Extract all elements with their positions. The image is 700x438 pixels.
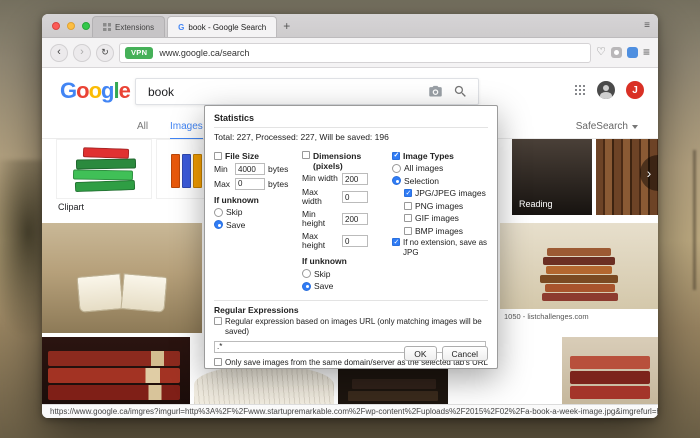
file-size-checkbox[interactable] xyxy=(214,152,222,160)
extensions-icon xyxy=(103,23,111,31)
image-thumbnail-clipart-1[interactable] xyxy=(56,139,152,199)
jpg-checkbox[interactable] xyxy=(404,189,412,197)
file-size-skip-radio[interactable] xyxy=(214,208,223,217)
forward-button[interactable] xyxy=(73,44,91,62)
minimize-window-button[interactable] xyxy=(67,22,75,30)
max-width-input[interactable] xyxy=(342,191,368,203)
image-thumbnail-open-book-fan[interactable] xyxy=(194,365,334,404)
status-bar: https://www.google.ca/imgres?imgurl=http… xyxy=(42,404,658,418)
file-size-save-radio[interactable] xyxy=(214,220,223,229)
regex-checkbox[interactable] xyxy=(214,317,222,325)
dialog-buttons: OK Cancel xyxy=(404,346,488,361)
reload-button[interactable] xyxy=(96,44,114,62)
divider xyxy=(214,300,488,301)
dimensions-checkbox[interactable] xyxy=(302,151,310,159)
image-thumbnail-open-book-field[interactable] xyxy=(42,223,202,333)
desktop: Extensions G book - Google Search + VPN … xyxy=(0,0,700,438)
file-size-max-input[interactable] xyxy=(235,178,265,190)
apps-grid-icon[interactable] xyxy=(574,84,586,96)
dimensions-save-radio[interactable] xyxy=(302,282,311,291)
image-types-checkbox[interactable] xyxy=(392,152,400,160)
tab-google-search[interactable]: G book - Google Search xyxy=(167,16,277,37)
cancel-button[interactable]: Cancel xyxy=(442,346,488,361)
heart-icon[interactable] xyxy=(596,47,606,58)
image-thumbnail-red-books[interactable] xyxy=(42,337,190,404)
png-checkbox[interactable] xyxy=(404,202,412,210)
secondary-avatar[interactable] xyxy=(597,81,615,99)
back-button[interactable] xyxy=(50,44,68,62)
camera-icon[interactable] xyxy=(428,84,443,99)
same-domain-checkbox[interactable] xyxy=(214,358,222,366)
category-reading[interactable]: Reading xyxy=(512,139,592,215)
google-logo[interactable]: Google xyxy=(60,80,130,102)
nav-tab-images[interactable]: Images xyxy=(170,121,203,140)
ok-button[interactable]: OK xyxy=(404,346,436,361)
image-types-section: Image Types All images Selection JP xyxy=(392,148,488,294)
bmp-checkbox[interactable] xyxy=(404,227,412,235)
nav-tab-all[interactable]: All xyxy=(137,121,148,132)
dialog-summary: Total: 227, Processed: 227, Will be save… xyxy=(214,132,488,142)
max-height-input[interactable] xyxy=(342,235,368,247)
zoom-window-button[interactable] xyxy=(82,22,90,30)
dimensions-if-unknown-label: If unknown xyxy=(302,256,388,266)
tab-bar: Extensions G book - Google Search + xyxy=(42,14,658,38)
file-size-if-unknown-label: If unknown xyxy=(214,195,298,205)
file-size-label: File Size xyxy=(225,151,259,161)
messenger-icon[interactable] xyxy=(627,47,638,58)
statistics-dialog: Statistics Total: 227, Processed: 227, W… xyxy=(204,105,498,369)
new-tab-button[interactable]: + xyxy=(277,16,296,36)
page-content: Google J All Images SafeSearch xyxy=(42,69,658,404)
image-types-label: Image Types xyxy=(403,151,454,161)
tab-label: Extensions xyxy=(115,23,154,32)
dimensions-label: Dimensions (pixels) xyxy=(313,151,388,171)
browser-window: Extensions G book - Google Search + VPN … xyxy=(42,14,658,418)
no-extension-checkbox[interactable] xyxy=(392,238,400,246)
chevron-down-icon xyxy=(632,125,638,129)
image-caption[interactable]: 1050 - listchallenges.com xyxy=(504,312,589,321)
search-input[interactable] xyxy=(146,84,418,100)
dialog-title: Statistics xyxy=(214,113,488,128)
image-thumbnail-book-stack[interactable] xyxy=(500,223,658,309)
tab-extensions[interactable]: Extensions xyxy=(92,16,165,37)
google-favicon: G xyxy=(178,23,184,32)
vpn-badge[interactable]: VPN xyxy=(125,47,153,59)
min-height-input[interactable] xyxy=(342,213,368,225)
tab-menu-icon[interactable] xyxy=(644,20,650,31)
category-label-clipart[interactable]: Clipart xyxy=(58,202,84,212)
avatar[interactable]: J xyxy=(626,81,644,99)
file-size-min-input[interactable] xyxy=(235,163,265,175)
dimensions-section: Dimensions (pixels) Min width Max width … xyxy=(302,148,388,294)
status-url: https://www.google.ca/imgres?imgurl=http… xyxy=(50,407,658,416)
selection-radio[interactable] xyxy=(392,176,401,185)
dimensions-skip-radio[interactable] xyxy=(302,269,311,278)
header-actions: J xyxy=(574,81,644,99)
image-thumbnail-stacked-red-books[interactable] xyxy=(562,337,658,404)
regex-section-label: Regular Expressions xyxy=(214,305,488,315)
url-text: www.google.ca/search xyxy=(159,48,249,58)
browser-toolbar: VPN www.google.ca/search xyxy=(42,38,658,68)
close-window-button[interactable] xyxy=(52,22,60,30)
gif-checkbox[interactable] xyxy=(404,214,412,222)
menu-icon[interactable] xyxy=(643,46,650,59)
all-images-radio[interactable] xyxy=(392,164,401,173)
traffic-lights xyxy=(52,22,90,30)
search-box[interactable] xyxy=(135,78,479,105)
image-thumbnail-dark-books[interactable] xyxy=(338,369,448,404)
file-size-section: File Size Min bytes Max bytes If unkn xyxy=(214,148,298,294)
search-icon[interactable] xyxy=(453,84,468,99)
tab-label: book - Google Search xyxy=(188,23,266,32)
safesearch-dropdown[interactable]: SafeSearch xyxy=(576,121,638,132)
address-bar[interactable]: VPN www.google.ca/search xyxy=(119,43,591,63)
category-label-reading: Reading xyxy=(519,199,553,209)
min-width-input[interactable] xyxy=(342,173,368,185)
snapshot-icon[interactable] xyxy=(611,47,622,58)
